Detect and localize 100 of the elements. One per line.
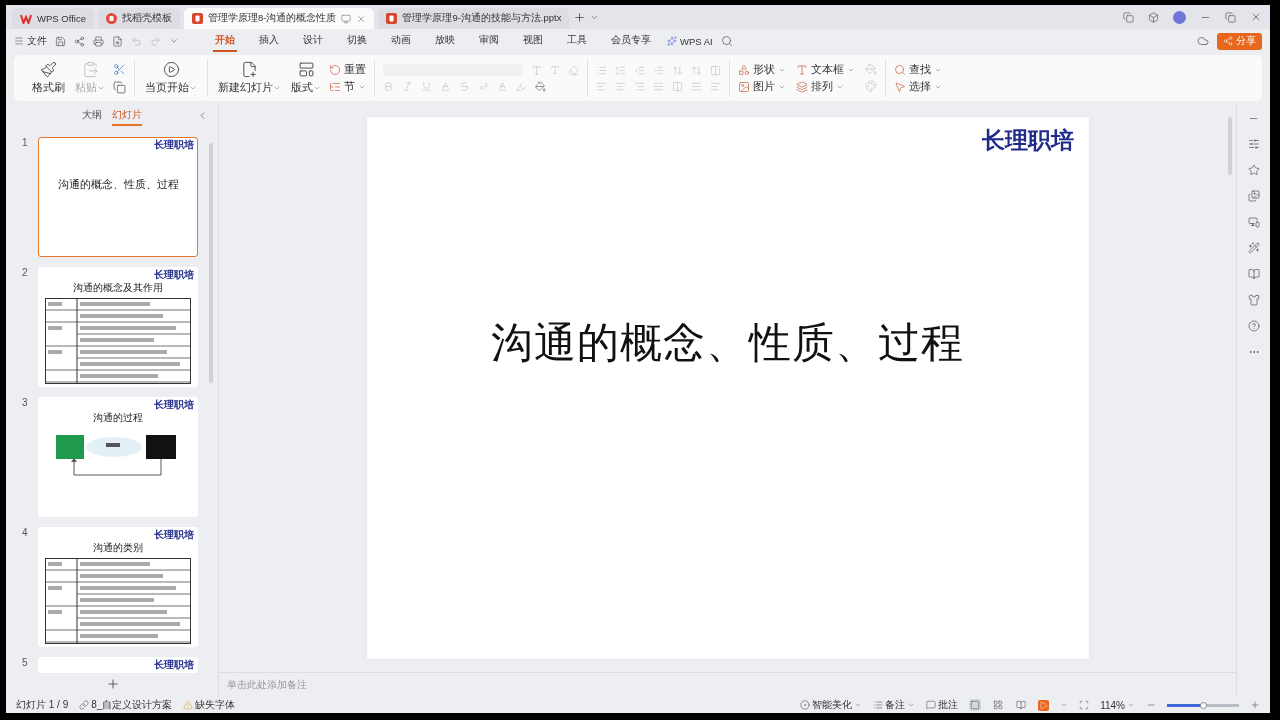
panel-tab[interactable]: 幻灯片 — [112, 106, 142, 126]
ribbon-button[interactable]: 选择 — [894, 79, 942, 94]
layout-icon[interactable] — [297, 61, 315, 78]
comment-icon[interactable] — [926, 700, 937, 710]
ribbon-tab[interactable]: 视图 — [521, 30, 545, 52]
align-right-icon[interactable] — [634, 80, 645, 92]
comments-button[interactable]: 批注 — [926, 698, 959, 712]
slide-canvas[interactable]: 长理职培 沟通的概念、性质、过程 — [366, 116, 1089, 659]
menu-icon[interactable] — [14, 36, 24, 46]
help-icon[interactable] — [1247, 320, 1260, 332]
zoom-level[interactable]: 114% — [1100, 699, 1135, 711]
align-left-icon[interactable] — [596, 80, 607, 92]
shapes-icon[interactable] — [738, 63, 750, 76]
warning-icon[interactable] — [183, 700, 194, 710]
notes-icon[interactable] — [873, 700, 884, 710]
undo-icon[interactable] — [131, 35, 142, 47]
preview-icon[interactable] — [112, 35, 123, 47]
brush-icon[interactable] — [40, 61, 57, 78]
ribbon-button[interactable]: 当页开始 — [143, 61, 199, 95]
caret-icon[interactable] — [1060, 701, 1069, 709]
image-icon[interactable] — [738, 80, 750, 93]
caret-icon[interactable] — [273, 84, 281, 92]
print-icon[interactable] — [93, 35, 104, 47]
superscript-icon[interactable] — [478, 81, 489, 92]
new-tab-icon[interactable] — [573, 10, 587, 24]
align-center-icon[interactable] — [615, 80, 626, 92]
notes-button[interactable]: 备注 — [873, 698, 916, 712]
ribbon-button[interactable]: 形状 — [738, 62, 786, 77]
document-tab[interactable]: 找稻壳模板 — [97, 8, 180, 29]
restore-icon[interactable] — [1225, 11, 1236, 23]
cloud-icon[interactable] — [1197, 35, 1209, 47]
beautify-button[interactable]: 智能美化 — [800, 698, 863, 712]
save-icon[interactable] — [55, 35, 66, 47]
document-tab[interactable]: WPS Office — [12, 8, 94, 29]
ribbon-button[interactable]: 排列 — [796, 79, 855, 94]
file-menu[interactable]: 文件 — [14, 34, 47, 48]
caret-icon[interactable] — [313, 84, 321, 92]
caret-icon[interactable] — [169, 36, 179, 46]
document-tab[interactable]: 管理学原理8-沟通的概念性质 — [183, 8, 375, 29]
slide-thumbnail[interactable]: 长理职培 沟通的概念及其作用 — [38, 267, 198, 387]
slide-thumbnail[interactable]: 长理职培 沟通的过程 — [38, 397, 198, 517]
beautify-icon[interactable] — [800, 700, 811, 710]
view-button[interactable] — [969, 699, 982, 711]
slide-thumbnail[interactable]: 长理职培 沟通的类别 — [38, 527, 198, 647]
ribbon-tab[interactable]: 插入 — [257, 30, 281, 52]
line-spacing-icon[interactable] — [672, 64, 683, 76]
magic-wand-icon[interactable] — [1247, 242, 1260, 254]
vertical-align-icon[interactable] — [691, 80, 702, 92]
ai-button[interactable]: WPS AI — [667, 35, 713, 47]
new-slide-icon[interactable] — [241, 61, 258, 78]
clear-format-icon[interactable] — [568, 64, 579, 76]
close-icon[interactable] — [1250, 11, 1262, 23]
redo-icon[interactable] — [150, 35, 161, 47]
zoom-slider-thumb[interactable] — [1200, 701, 1207, 709]
font-color-icon[interactable] — [497, 81, 508, 92]
panel-tab[interactable]: 大纲 — [82, 106, 102, 126]
fill-icon[interactable] — [865, 62, 877, 75]
ribbon-button[interactable]: 文本框 — [796, 62, 855, 77]
layers-icon[interactable] — [796, 80, 808, 93]
ribbon-tab[interactable]: 放映 — [433, 30, 457, 52]
reset-icon[interactable] — [329, 63, 341, 76]
zoom-slider[interactable] — [1167, 703, 1239, 707]
cube-icon[interactable] — [1148, 11, 1159, 23]
missing-fonts-button[interactable]: 缺失字体 — [183, 698, 236, 712]
view-button[interactable] — [992, 699, 1005, 711]
ribbon-tab[interactable]: 动画 — [389, 30, 413, 52]
scissors-icon[interactable] — [113, 62, 126, 76]
search-icon[interactable] — [720, 35, 733, 47]
ribbon-button[interactable]: 图片 — [738, 79, 786, 94]
text-direction-icon[interactable] — [691, 64, 702, 76]
avatar[interactable] — [1173, 10, 1186, 24]
ribbon-tab[interactable]: 切换 — [345, 30, 369, 52]
slide-thumbnail[interactable]: 长理职培 沟通的概念、性质、过程 — [38, 137, 198, 257]
star-icon[interactable] — [1247, 164, 1260, 176]
ribbon-button[interactable]: 节 — [329, 79, 366, 94]
window-mode-icon[interactable] — [1123, 11, 1134, 23]
theme-button[interactable]: 8_自定义设计方案 — [79, 698, 173, 712]
zoom-in-icon[interactable] — [1250, 700, 1260, 710]
caret-icon[interactable] — [907, 701, 916, 709]
slides-icon[interactable] — [1247, 190, 1260, 202]
strikethrough-icon[interactable] — [459, 81, 470, 92]
grow-font-icon[interactable] — [531, 64, 542, 76]
distribute-icon[interactable] — [672, 80, 683, 92]
ribbon-button[interactable]: 查找 — [894, 62, 942, 77]
share-icon[interactable] — [1223, 36, 1233, 46]
caret-icon[interactable] — [854, 701, 863, 709]
text-box-icon[interactable] — [796, 63, 808, 76]
ribbon-tab[interactable]: 会员专享 — [609, 30, 653, 52]
copy-icon[interactable] — [113, 80, 126, 94]
play-icon[interactable] — [162, 61, 180, 78]
sliders-icon[interactable] — [1247, 138, 1260, 150]
ribbon-tab[interactable]: 审阅 — [477, 30, 501, 52]
ribbon-button[interactable]: 格式刷 — [30, 61, 67, 95]
fit-icon[interactable] — [1079, 700, 1090, 710]
ribbon-tab[interactable]: 工具 — [565, 30, 589, 52]
book-icon[interactable] — [1247, 268, 1260, 280]
ribbon-button[interactable]: 版式 — [289, 61, 323, 95]
search-icon[interactable] — [894, 63, 906, 76]
text-shadow-icon[interactable] — [440, 81, 451, 92]
bold-icon[interactable] — [383, 81, 394, 92]
